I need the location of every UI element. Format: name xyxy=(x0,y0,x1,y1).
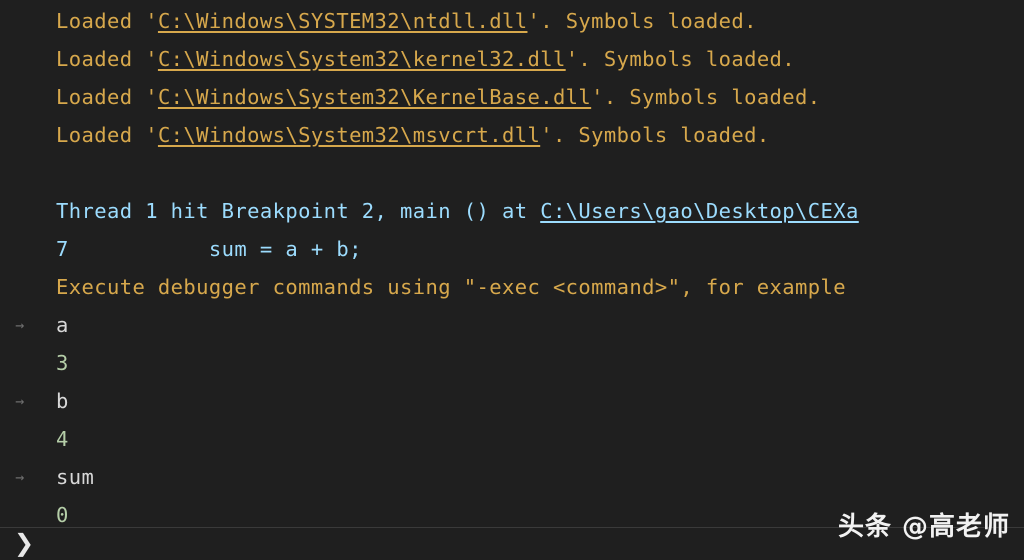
console-text: '. Symbols loaded. xyxy=(540,123,770,147)
console-line: → a xyxy=(0,306,1024,344)
file-path-link[interactable]: C:\Windows\System32\kernel32.dll xyxy=(158,47,566,71)
arrow-right-icon: → xyxy=(15,316,25,334)
console-line: Execute debugger commands using "-exec <… xyxy=(0,268,1024,306)
console-text: 0 xyxy=(56,503,69,527)
console-text: Loaded ' xyxy=(56,9,158,33)
console-text: a xyxy=(56,313,69,337)
console-text: '. Symbols loaded. xyxy=(565,47,796,71)
debug-console-output[interactable]: Loaded 'C:\Windows\SYSTEM32\ntdll.dll'. … xyxy=(0,0,1024,527)
console-text: 4 xyxy=(56,427,69,451)
console-text: b xyxy=(56,389,69,413)
console-text: 7 sum = a + b; xyxy=(56,237,362,261)
console-line: 7 sum = a + b; xyxy=(0,230,1024,268)
console-text: 3 xyxy=(56,351,69,375)
console-line: 3 xyxy=(0,344,1024,382)
console-line: Loaded 'C:\Windows\System32\kernel32.dll… xyxy=(0,40,1024,78)
console-text: sum xyxy=(56,465,95,489)
console-line: → sum xyxy=(0,458,1024,496)
console-text: Loaded ' xyxy=(56,47,158,71)
file-path-link[interactable]: C:\Windows\System32\KernelBase.dll xyxy=(158,85,591,109)
console-text: '. Symbols loaded. xyxy=(527,9,757,33)
debug-console-window: Loaded 'C:\Windows\SYSTEM32\ntdll.dll'. … xyxy=(0,0,1024,560)
watermark-label: 头条 @高老师 xyxy=(837,512,1010,542)
console-line: Loaded 'C:\Windows\System32\msvcrt.dll'.… xyxy=(0,116,1024,154)
file-path-link[interactable]: C:\Users\gao\Desktop\CEXa xyxy=(540,199,859,223)
console-text: Thread 1 hit Breakpoint 2, main () at xyxy=(56,199,541,223)
console-line: Loaded 'C:\Windows\SYSTEM32\ntdll.dll'. … xyxy=(0,2,1024,40)
arrow-right-icon: → xyxy=(15,468,25,486)
console-text: '. Symbols loaded. xyxy=(591,85,821,109)
console-line: Thread 1 hit Breakpoint 2, main () at C:… xyxy=(0,192,1024,230)
console-line: 4 xyxy=(0,420,1024,458)
console-line: Loaded 'C:\Windows\System32\KernelBase.d… xyxy=(0,78,1024,116)
file-path-link[interactable]: C:\Windows\System32\msvcrt.dll xyxy=(158,123,540,147)
arrow-right-icon: → xyxy=(15,392,25,410)
file-path-link[interactable]: C:\Windows\SYSTEM32\ntdll.dll xyxy=(158,9,528,33)
console-text: Loaded ' xyxy=(56,123,158,147)
console-text: Execute debugger commands using "-exec <… xyxy=(56,275,847,299)
console-text: Loaded ' xyxy=(56,85,158,109)
prompt-chevron-icon: ❯ xyxy=(14,529,35,557)
console-line: → b xyxy=(0,382,1024,420)
